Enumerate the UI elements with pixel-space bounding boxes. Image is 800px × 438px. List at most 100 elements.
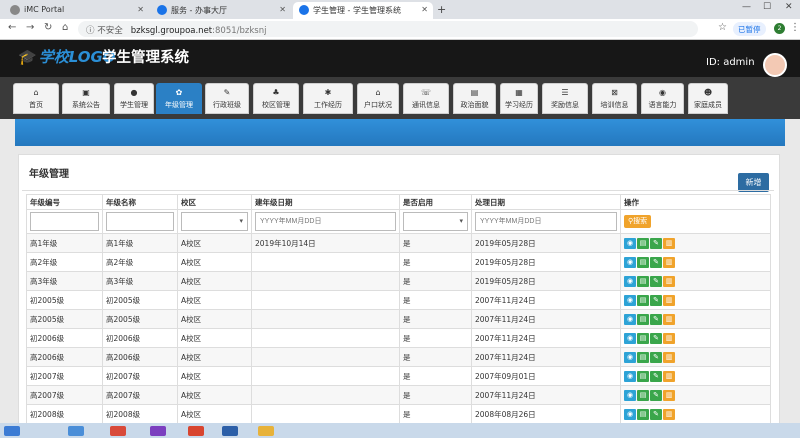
nav-tab-0[interactable]: ⌂ 首页 [13,83,59,114]
nav-tab-3[interactable]: ✿ 年级管理 [156,83,202,114]
menu-kebab-icon[interactable]: ⋮ [790,22,800,33]
detail-icon[interactable]: ▤ [637,408,649,420]
cell-grade-name: 高2007级 [102,385,178,405]
detail-icon[interactable]: ▤ [637,351,649,363]
browser-tab-imc[interactable]: iMC Portal ✕ [4,2,149,19]
user-avatar[interactable] [763,53,787,77]
cell-actions: ◉ ▤ ✎ ▥ [620,309,771,329]
close-icon[interactable]: ✕ [421,5,428,14]
edit-icon[interactable]: ✎ [650,313,662,325]
delete-icon[interactable]: ▥ [663,313,675,325]
browser-tab-title: 学生管理 - 学生管理系统 [313,6,401,15]
sync-paused-badge[interactable]: 已暂停 [733,22,766,36]
view-icon[interactable]: ◉ [624,332,636,344]
delete-icon[interactable]: ▥ [663,275,675,287]
nav-tab-6[interactable]: ✱ 工作经历 [303,83,353,114]
filter-grade-name-input[interactable] [106,212,174,231]
delete-icon[interactable]: ▥ [663,408,675,420]
nav-tab-2[interactable]: ● 学生管理 [114,83,154,114]
cell-grade-id: 高2006级 [26,347,103,367]
edit-icon[interactable]: ✎ [650,351,662,363]
nav-tab-14[interactable]: ☻ 家庭成员 [688,83,728,114]
start-icon[interactable] [4,426,20,436]
edit-icon[interactable]: ✎ [650,237,662,249]
edit-icon[interactable]: ✎ [650,275,662,287]
delete-icon[interactable]: ▥ [663,256,675,268]
view-icon[interactable]: ◉ [624,389,636,401]
taskbar-app-icon[interactable] [68,426,84,436]
nav-tab-1[interactable]: ▣ 系统公告 [62,83,110,114]
edit-icon[interactable]: ✎ [650,256,662,268]
detail-icon[interactable]: ▤ [637,275,649,287]
new-tab-icon[interactable]: + [437,3,446,16]
view-icon[interactable]: ◉ [624,408,636,420]
nav-tab-8[interactable]: ☏ 通讯信息 [403,83,449,114]
filter-campus-select[interactable] [181,212,248,231]
nav-tab-12[interactable]: ⊠ 培训信息 [592,83,637,114]
delete-icon[interactable]: ▥ [663,351,675,363]
cell-enabled: 是 [399,271,472,291]
detail-icon[interactable]: ▤ [637,237,649,249]
view-icon[interactable]: ◉ [624,237,636,249]
bookmark-star-icon[interactable]: ☆ [718,22,727,33]
minimize-icon[interactable]: — [742,2,751,12]
view-icon[interactable]: ◉ [624,256,636,268]
delete-icon[interactable]: ▥ [663,237,675,249]
edit-icon[interactable]: ✎ [650,370,662,382]
nav-tab-9[interactable]: ▤ 政治面貌 [453,83,496,114]
back-icon[interactable]: ← [8,22,16,33]
forward-icon[interactable]: → [26,22,34,33]
detail-icon[interactable]: ▤ [637,256,649,268]
view-icon[interactable]: ◉ [624,351,636,363]
edit-icon[interactable]: ✎ [650,389,662,401]
filter-grade-id-input[interactable] [30,212,99,231]
url-input[interactable]: ⓘ 不安全 bzksgl.groupoa.net:8051/bzksnj [78,21,698,37]
search-button[interactable]: ⚲搜索 [624,215,652,228]
taskbar-app-icon[interactable] [110,426,126,436]
delete-icon[interactable]: ▥ [663,332,675,344]
reload-icon[interactable]: ↻ [44,22,52,33]
nav-tab-label: 系统公告 [72,101,100,109]
browser-tab-active[interactable]: 学生管理 - 学生管理系统 ✕ [293,2,433,19]
delete-icon[interactable]: ▥ [663,389,675,401]
taskbar-app-icon[interactable] [188,426,204,436]
view-icon[interactable]: ◉ [624,313,636,325]
edit-icon[interactable]: ✎ [650,332,662,344]
close-icon[interactable]: ✕ [137,5,144,14]
nav-tab-7[interactable]: ⌂ 户口状况 [357,83,399,114]
edit-icon[interactable]: ✎ [650,408,662,420]
view-icon[interactable]: ◉ [624,275,636,287]
detail-icon[interactable]: ▤ [637,389,649,401]
profile-avatar[interactable]: 2 [774,23,785,34]
detail-icon[interactable]: ▤ [637,332,649,344]
detail-icon[interactable]: ▤ [637,370,649,382]
taskbar-app-icon[interactable] [258,426,274,436]
view-icon[interactable]: ◉ [624,370,636,382]
col-header-enabled: 是否启用 [399,194,472,210]
view-icon[interactable]: ◉ [624,294,636,306]
browser-tab-service[interactable]: 服务 - 办事大厅 ✕ [151,2,291,19]
cell-build-date [251,366,400,386]
window-close-icon[interactable]: ✕ [785,2,793,12]
filter-enabled-select[interactable] [403,212,468,231]
nav-tab-10[interactable]: ▦ 学习经历 [500,83,538,114]
nav-tab-4[interactable]: ✎ 行政班级 [205,83,249,114]
close-icon[interactable]: ✕ [279,5,286,14]
edit-icon[interactable]: ✎ [650,294,662,306]
nav-tab-5[interactable]: ♣ 校区管理 [253,83,299,114]
taskbar-app-icon[interactable] [222,426,238,436]
home-icon[interactable]: ⌂ [62,22,68,33]
delete-icon[interactable]: ▥ [663,370,675,382]
security-indicator[interactable]: ⓘ 不安全 [86,26,123,36]
maximize-icon[interactable]: ☐ [763,2,771,12]
phone-icon: ☏ [420,88,431,97]
detail-icon[interactable]: ▤ [637,313,649,325]
cell-actions: ◉ ▤ ✎ ▥ [620,404,771,424]
filter-process-date-input[interactable] [475,212,617,231]
detail-icon[interactable]: ▤ [637,294,649,306]
taskbar-app-icon[interactable] [150,426,166,436]
filter-build-date-input[interactable] [255,212,396,231]
delete-icon[interactable]: ▥ [663,294,675,306]
nav-tab-11[interactable]: ☰ 奖励信息 [542,83,588,114]
nav-tab-13[interactable]: ◉ 语言能力 [641,83,684,114]
